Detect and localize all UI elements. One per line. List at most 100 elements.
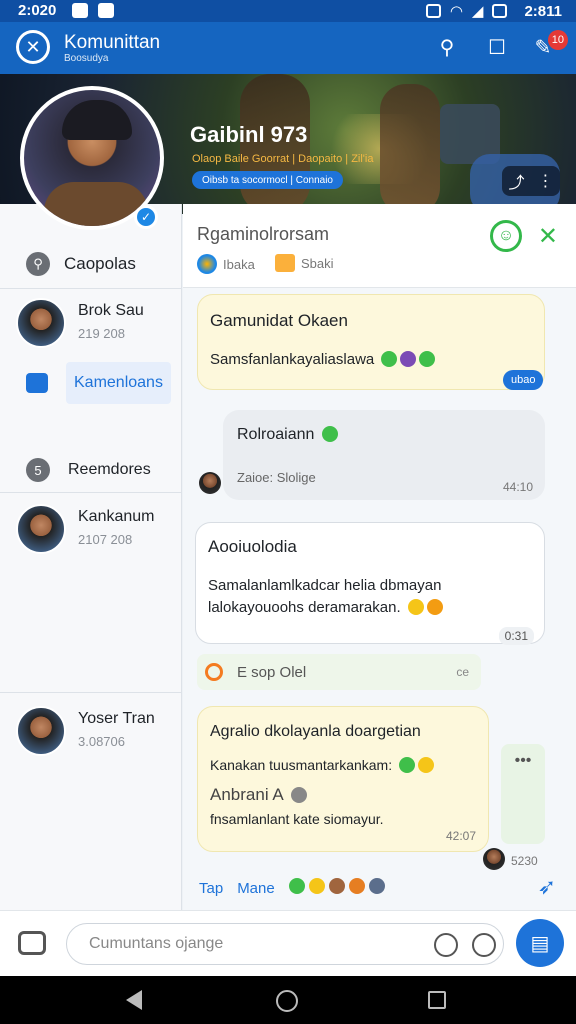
app-subtitle: Boosudya — [64, 53, 109, 64]
chat-title: Rgaminolrorsam — [197, 224, 330, 244]
banner-tree — [380, 84, 440, 214]
status-bar: 2:020 ◠ ◢ 2:811 — [0, 0, 576, 22]
app-logo-icon[interactable]: ✕ — [16, 30, 50, 64]
sidebar-item-label: Kamenloans — [66, 362, 171, 404]
orange-circle-icon — [205, 663, 223, 681]
message-text: Zaioe: Slolige — [237, 470, 316, 485]
attach-icon[interactable] — [472, 933, 496, 957]
contact-item[interactable]: Kankanum 2107 208 — [0, 496, 182, 568]
input-bar: ▤ — [0, 910, 576, 976]
message-text: Anbrani A — [210, 785, 307, 805]
system-message-end: ce — [456, 665, 469, 679]
reactions[interactable] — [288, 878, 386, 898]
camera-notification-icon — [72, 3, 88, 18]
message-text: fnsamlanlant kate siomayur. — [210, 811, 384, 827]
sidebar-item-active[interactable]: Kamenloans — [0, 360, 182, 406]
contact-sub: 3.08706 — [78, 734, 125, 749]
emoji-icon — [400, 351, 417, 367]
recent-apps-icon[interactable] — [428, 991, 446, 1009]
chat-tag-label: Sbaki — [301, 255, 334, 271]
contact-name: Kankanum — [78, 508, 155, 525]
window-icon[interactable]: ☐ — [484, 34, 510, 60]
emoji-picker-icon[interactable] — [434, 933, 458, 957]
message-text-content: Samsfanlankayaliaslawa — [210, 351, 375, 368]
contact-name: Yoser Tran — [78, 710, 155, 727]
reaction-icon — [369, 878, 386, 894]
emoji-icon — [381, 351, 398, 367]
send-arrow-icon[interactable]: ➶ — [538, 874, 556, 900]
message-bubble[interactable]: Gamunidat Okaen Samsfanlankayaliaslawa — [197, 294, 545, 390]
app-title: Komunittan — [64, 32, 161, 53]
share-icon[interactable]: ⤴ — [508, 169, 524, 193]
message-text-content: Anbrani A — [210, 785, 283, 804]
quick-actions: Tap Mane — [199, 878, 386, 898]
sidebar-header[interactable]: ⚲ Caopolas — [0, 236, 182, 292]
home-icon[interactable] — [276, 990, 298, 1012]
status-left-icons — [72, 3, 114, 18]
sidebar-header-label: Caopolas — [64, 254, 136, 273]
emoji-icon — [418, 757, 434, 773]
avatar — [16, 706, 66, 756]
chat-tag[interactable]: Sbaki — [275, 254, 334, 272]
divider — [0, 288, 182, 289]
quick-action-mane[interactable]: Mane — [237, 880, 275, 897]
contact-sub: 219 208 — [78, 326, 125, 341]
messages-area: Gamunidat Okaen Samsfanlankayaliaslawa u… — [183, 288, 576, 910]
emoji-icon — [290, 787, 307, 803]
chat-tag[interactable]: Ibaka — [197, 254, 255, 274]
emoji-icon — [407, 599, 424, 615]
contact-item[interactable]: Brok Sau 219 208 — [0, 290, 182, 362]
signal-icon: ◢ — [471, 3, 484, 20]
contact-name: Brok Sau — [78, 302, 144, 319]
system-message-text: E sop Olel — [237, 663, 307, 681]
hero-actions[interactable]: ⤴ ⋮ — [502, 166, 560, 196]
app-bar: ✕ Komunittan Boosudya ⚲ ☐ ✎ 10 — [0, 22, 576, 74]
back-icon[interactable] — [126, 990, 142, 1010]
divider — [0, 492, 182, 493]
message-bubble[interactable]: Rolroaiann Zaioe: Slolige 44:10 — [223, 410, 545, 500]
close-icon[interactable]: ✕ — [538, 222, 558, 251]
emoji-icon — [426, 599, 443, 615]
message-title: Rolroaiann — [237, 426, 338, 444]
smile-icon[interactable]: ☺ — [490, 220, 522, 252]
user-icon: ⚲ — [26, 252, 50, 276]
section-icon: 5 — [26, 458, 50, 482]
message-time: 42:07 — [445, 829, 476, 843]
chat-tag-label: Ibaka — [223, 256, 255, 272]
camera-icon[interactable] — [18, 931, 46, 955]
message-title: Agralio dkolayanla doargetian — [210, 723, 421, 740]
message-text: Kanakan tuusmantarkankam: — [210, 757, 434, 773]
message-title: Gamunidat Okaen — [210, 311, 348, 330]
flag-icon — [275, 254, 295, 272]
emoji-icon — [419, 351, 436, 367]
message-title: Aooiuolodia — [208, 537, 297, 556]
system-message[interactable]: E sop Olel ce — [197, 654, 481, 690]
avatar-armor — [44, 182, 148, 226]
sidebar: ⚲ Caopolas Brok Sau 219 208 Kamenloans 5… — [0, 204, 182, 910]
divider — [0, 692, 182, 693]
message-time: 5230 — [511, 854, 538, 868]
message-bubble[interactable]: Aooiuolodia Samalanlamlkadcar helia dbma… — [195, 522, 545, 645]
status-time: 2:020 — [18, 2, 57, 19]
message-time: ubao — [503, 370, 544, 390]
hero-title: Gaibinl 973 — [190, 122, 308, 147]
more-options-panel[interactable]: ••• — [501, 744, 545, 844]
compose-button[interactable]: ▤ — [516, 919, 564, 967]
avatar — [199, 472, 221, 494]
hero-pill[interactable]: Oibsb ta socormocl | Connaio — [192, 171, 343, 189]
avatar — [16, 298, 66, 348]
contact-item[interactable]: Yoser Tran 3.08706 — [0, 698, 182, 770]
message-bubble[interactable]: Agralio dkolayanla doargetian Kanakan tu… — [197, 706, 489, 852]
message-text-content: lalokayouoohs deramarakan. — [208, 599, 401, 616]
message-title-text: Rolroaiann — [237, 426, 315, 443]
contact-sub: 2107 208 — [78, 532, 133, 547]
reaction-icon — [329, 878, 346, 894]
chat-header: Rgaminolrorsam Ibaka Sbaki ☺ ✕ — [183, 204, 576, 288]
more-icon[interactable]: ⋮ — [537, 171, 553, 191]
sidebar-section[interactable]: 5 Reemdores — [0, 450, 182, 490]
message-text-content: Kanakan tuusmantarkankam: — [210, 757, 393, 773]
status-right: ◠ ◢ 2:811 — [425, 2, 562, 20]
quick-action-tap[interactable]: Tap — [199, 880, 223, 897]
section-label: Reemdores — [68, 461, 151, 478]
search-icon[interactable]: ⚲ — [434, 34, 460, 60]
